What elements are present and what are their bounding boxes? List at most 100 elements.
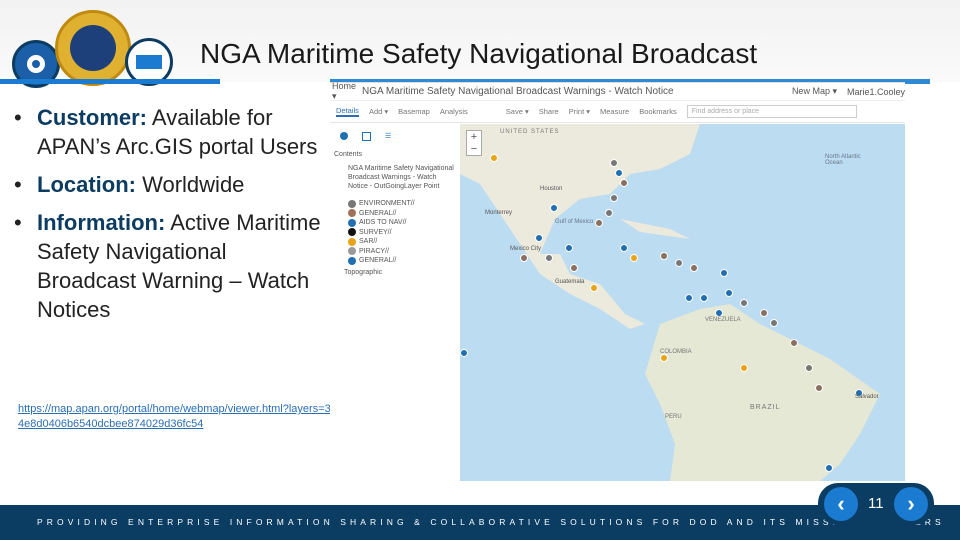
warning-marker[interactable] bbox=[690, 264, 698, 272]
analysis-button[interactable]: Analysis bbox=[440, 107, 468, 116]
warning-marker[interactable] bbox=[815, 384, 823, 392]
warning-marker[interactable] bbox=[630, 254, 638, 262]
warning-marker[interactable] bbox=[460, 349, 468, 357]
map-view[interactable]: + − UNITED STATES Houston Monterrey Mexic… bbox=[460, 124, 905, 481]
measure-button[interactable]: Measure bbox=[600, 107, 629, 116]
bullet-customer: Customer: Available for APAN’s Arc.GIS p… bbox=[14, 103, 324, 161]
layer-name[interactable]: NGA Maritime Safety Navigational Broadca… bbox=[334, 164, 456, 191]
bullet-label: Information: bbox=[37, 210, 166, 235]
warning-marker[interactable] bbox=[660, 354, 668, 362]
warning-marker[interactable] bbox=[545, 254, 553, 262]
add-button[interactable]: Add ▾ bbox=[369, 107, 388, 116]
chevron-right-icon: › bbox=[907, 491, 915, 516]
warning-marker[interactable] bbox=[790, 339, 798, 347]
panel-tabs: ☰ bbox=[340, 132, 456, 141]
share-button[interactable]: Share bbox=[539, 107, 559, 116]
basemap-layer[interactable]: Topographic bbox=[334, 269, 456, 276]
legend-label: AIDS TO NAV// bbox=[359, 219, 407, 227]
legend-item: PIRACY// bbox=[334, 247, 456, 257]
warning-marker[interactable] bbox=[565, 244, 573, 252]
webmap-link[interactable]: https://map.apan.org/portal/home/webmap/… bbox=[18, 402, 336, 432]
warning-marker[interactable] bbox=[595, 219, 603, 227]
warning-marker[interactable] bbox=[590, 284, 598, 292]
bullet-label: Customer: bbox=[37, 105, 148, 130]
address-search-input[interactable]: Find address or place bbox=[686, 105, 857, 118]
slide-header: NGA Maritime Safety Navigational Broadca… bbox=[0, 0, 960, 88]
slide-pager: ‹ 11 › bbox=[818, 483, 934, 525]
map-svg bbox=[460, 124, 880, 481]
content-tab-icon[interactable] bbox=[362, 132, 371, 141]
info-icon[interactable] bbox=[340, 132, 348, 140]
user-menu[interactable]: Marie1.Cooley bbox=[847, 87, 905, 97]
warning-marker[interactable] bbox=[610, 159, 618, 167]
map-label: Monterrey bbox=[485, 210, 513, 216]
warning-marker[interactable] bbox=[685, 294, 693, 302]
legend-symbol-icon bbox=[348, 209, 356, 218]
warning-marker[interactable] bbox=[715, 309, 723, 317]
chevron-left-icon: ‹ bbox=[837, 491, 845, 516]
warning-marker[interactable] bbox=[675, 259, 683, 267]
contents-label: Contents bbox=[334, 151, 363, 158]
basemap-button[interactable]: Basemap bbox=[398, 107, 430, 116]
bullet-label: Location: bbox=[37, 172, 136, 197]
map-label: Salvador bbox=[855, 394, 879, 400]
legend-symbol-icon bbox=[348, 247, 356, 256]
bullet-location: Location: Worldwide bbox=[14, 170, 324, 199]
warning-marker[interactable] bbox=[805, 364, 813, 372]
legend-tab-icon[interactable]: ☰ bbox=[385, 132, 391, 141]
warning-marker[interactable] bbox=[570, 264, 578, 272]
legend-label: SAR// bbox=[359, 238, 378, 246]
home-menu[interactable]: Home ▾ bbox=[332, 81, 362, 102]
warning-marker[interactable] bbox=[740, 364, 748, 372]
legend-item: AIDS TO NAV// bbox=[334, 218, 456, 228]
map-label: UNITED STATES bbox=[500, 129, 560, 135]
page-number: 11 bbox=[868, 495, 884, 512]
viewer-toolbar: Details Add ▾ Basemap Analysis Save ▾ Sh… bbox=[330, 101, 905, 123]
warning-marker[interactable] bbox=[720, 269, 728, 277]
map-label: Guatemala bbox=[555, 279, 585, 285]
next-slide-button[interactable]: › bbox=[894, 487, 928, 521]
warning-marker[interactable] bbox=[700, 294, 708, 302]
legend-item: ENVIRONMENT// bbox=[334, 199, 456, 209]
save-button[interactable]: Save ▾ bbox=[506, 107, 529, 116]
legend-symbol-icon bbox=[348, 199, 356, 208]
details-button[interactable]: Details bbox=[336, 106, 359, 117]
print-button[interactable]: Print ▾ bbox=[569, 107, 590, 116]
bullet-text: Worldwide bbox=[136, 172, 245, 197]
legend-symbol-icon bbox=[348, 218, 356, 227]
warning-marker[interactable] bbox=[760, 309, 768, 317]
map-label: Mexico City bbox=[510, 246, 542, 252]
previous-slide-button[interactable]: ‹ bbox=[824, 487, 858, 521]
warning-marker[interactable] bbox=[550, 204, 558, 212]
warning-marker[interactable] bbox=[490, 154, 498, 162]
air-force-seal bbox=[55, 10, 131, 86]
land-cuba bbox=[620, 219, 690, 239]
warning-marker[interactable] bbox=[520, 254, 528, 262]
zoom-controls[interactable]: + − bbox=[466, 130, 482, 156]
warning-marker[interactable] bbox=[660, 252, 668, 260]
warning-marker[interactable] bbox=[620, 244, 628, 252]
slide-title: NGA Maritime Safety Navigational Broadca… bbox=[200, 38, 758, 69]
warning-marker[interactable] bbox=[610, 194, 618, 202]
bookmarks-button[interactable]: Bookmarks bbox=[639, 107, 677, 116]
legend-item: SURVEY// bbox=[334, 228, 456, 238]
legend-label: PIRACY// bbox=[359, 247, 389, 255]
land-south-america bbox=[645, 304, 880, 481]
map-label: Gulf of Mexico bbox=[555, 219, 594, 225]
arcgis-screenshot: Home ▾ NGA Maritime Safety Navigational … bbox=[330, 81, 905, 481]
warning-marker[interactable] bbox=[825, 464, 833, 472]
legend-label: GENERAL// bbox=[359, 257, 397, 265]
footer-tagline: PROVIDING ENTERPRISE INFORMATION SHARING… bbox=[37, 517, 945, 527]
warning-marker[interactable] bbox=[740, 299, 748, 307]
map-label: PERU bbox=[665, 414, 682, 420]
new-map-menu[interactable]: New Map ▾ bbox=[792, 86, 837, 97]
map-label: North Atlantic Ocean bbox=[825, 154, 861, 166]
warning-marker[interactable] bbox=[605, 209, 613, 217]
warning-marker[interactable] bbox=[535, 234, 543, 242]
warning-marker[interactable] bbox=[770, 319, 778, 327]
warning-marker[interactable] bbox=[725, 289, 733, 297]
warning-marker[interactable] bbox=[615, 169, 623, 177]
legend-label: SURVEY// bbox=[359, 228, 392, 236]
warning-marker[interactable] bbox=[620, 179, 628, 187]
map-title: NGA Maritime Safety Navigational Broadca… bbox=[362, 86, 674, 97]
